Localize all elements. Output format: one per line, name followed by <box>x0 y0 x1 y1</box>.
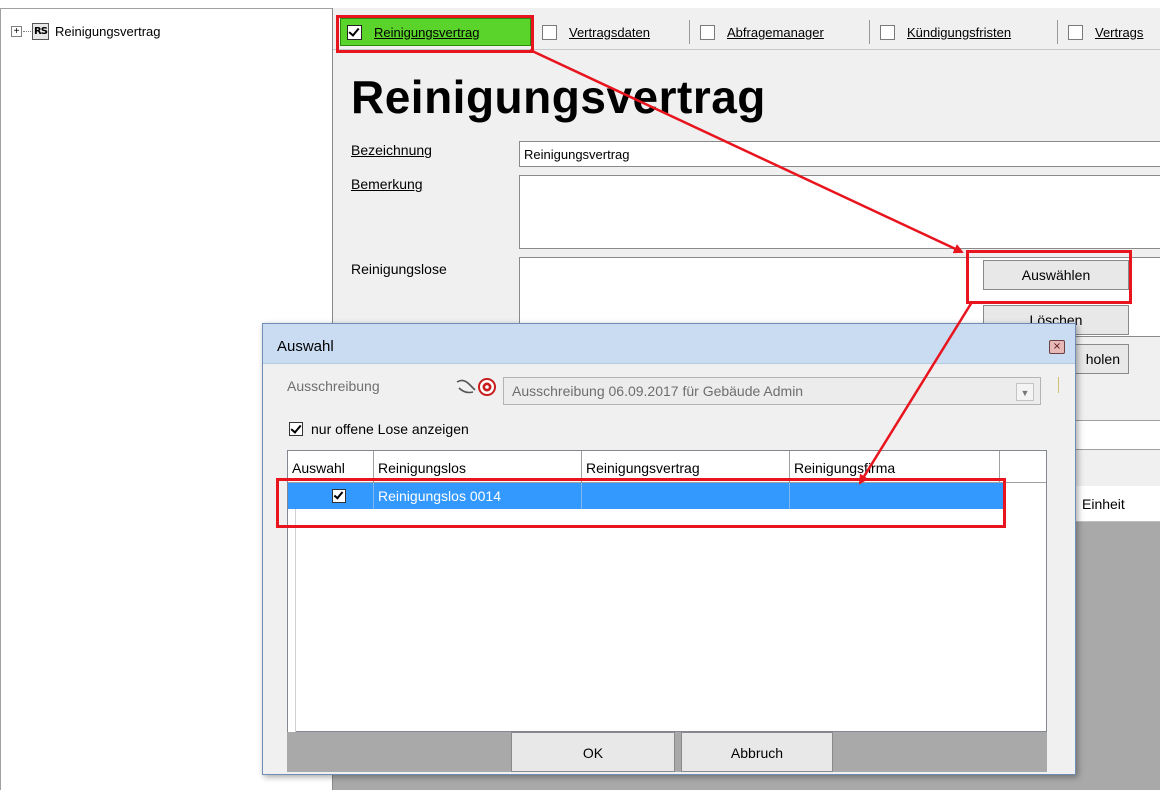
row-checkbox[interactable] <box>332 489 346 503</box>
reinigungslos-cell[interactable]: Reinigungslos 0014 <box>374 483 582 509</box>
reinigungslose-grid[interactable]: Auswahl Reinigungslos Reinigungsvertrag … <box>287 450 1047 733</box>
column-header-einheit[interactable]: Einheit <box>1071 486 1160 522</box>
nur-offene-checkbox[interactable] <box>289 422 303 436</box>
bezeichnung-field[interactable] <box>519 141 1160 167</box>
tab-kuendigungsfristen[interactable]: Kündigungsfristen <box>874 20 1058 44</box>
bezeichnung-label: Bezeichnung <box>351 142 432 158</box>
table-row[interactable]: Reinigungslos 0014 <box>288 483 1004 509</box>
column-header-auswahl[interactable]: Auswahl <box>288 451 374 483</box>
tab-reinigungsvertrag[interactable]: Reinigungsvertrag <box>340 18 531 46</box>
bemerkung-field[interactable] <box>519 175 1160 249</box>
tab-checkbox[interactable] <box>700 24 715 40</box>
bemerkung-label: Bemerkung <box>351 176 423 192</box>
tab-checkbox[interactable] <box>1068 24 1083 40</box>
tree-node-label: Reinigungsvertrag <box>55 24 161 39</box>
tab-label: Abfragemanager <box>727 24 824 40</box>
tab-label: Vertragsdaten <box>569 24 650 40</box>
ausschreibung-dropdown[interactable]: Ausschreibung 06.09.2017 für Gebäude Adm… <box>503 377 1041 405</box>
checkmark-icon <box>333 489 344 500</box>
column-header-reinigungslos[interactable]: Reinigungslos <box>374 451 582 483</box>
nur-offene-option[interactable]: nur offene Lose anzeigen <box>289 421 469 437</box>
abbruch-button[interactable]: Abbruch <box>681 732 833 772</box>
tab-checkbox[interactable] <box>347 24 362 40</box>
chevron-down-icon[interactable]: ▼ <box>1016 383 1034 401</box>
tab-checkbox[interactable] <box>542 24 557 40</box>
checkmark-icon <box>290 422 302 434</box>
divider <box>1058 377 1059 393</box>
tab-checkbox[interactable] <box>880 24 895 40</box>
auswahl-dialog: Auswahl × Ausschreibung Ausschreibung 06… <box>262 323 1076 775</box>
reinigungsvertrag-cell[interactable] <box>582 483 790 509</box>
expand-icon[interactable]: + <box>11 26 22 37</box>
tree-node-reinigungsvertrag[interactable]: + RS Reinigungsvertrag <box>11 23 161 40</box>
dialog-footer: OK Abbruch <box>287 732 1047 772</box>
reinigungsfirma-cell[interactable] <box>790 483 1004 509</box>
tab-label: Kündigungsfristen <box>907 24 1012 40</box>
ausschreibung-value: Ausschreibung 06.09.2017 für Gebäude Adm… <box>512 383 804 399</box>
tab-bar: Reinigungsvertrag Vertragsdaten Abfragem… <box>333 8 1160 50</box>
dialog-title: Auswahl <box>277 338 334 355</box>
reinigungslose-label: Reinigungslose <box>351 261 447 277</box>
contract-icon: RS <box>32 23 49 40</box>
tab-vertrags[interactable]: Vertrags <box>1062 20 1160 44</box>
tree-connector <box>23 31 31 32</box>
tab-label: Reinigungsvertrag <box>374 24 480 40</box>
handshake-target-icon <box>456 378 496 396</box>
column-header-reinigungsvertrag[interactable]: Reinigungsvertrag <box>582 451 790 483</box>
column-header-reinigungsfirma[interactable]: Reinigungsfirma <box>790 451 1000 483</box>
ok-button[interactable]: OK <box>511 732 675 772</box>
auswahl-cell[interactable] <box>288 483 374 509</box>
ausschreibung-label: Ausschreibung <box>287 378 380 394</box>
tab-label: Vertrags <box>1095 24 1144 40</box>
row-selector-column <box>288 483 296 733</box>
nur-offene-label: nur offene Lose anzeigen <box>311 421 469 437</box>
tab-vertragsdaten[interactable]: Vertragsdaten <box>536 20 690 44</box>
auswaehlen-button[interactable]: Auswählen <box>983 260 1129 290</box>
page-title: Reinigungsvertrag <box>351 71 766 123</box>
dialog-titlebar[interactable]: Auswahl × <box>263 324 1075 364</box>
grid-header: Auswahl Reinigungslos Reinigungsvertrag … <box>288 451 1046 483</box>
checkmark-icon <box>348 24 360 37</box>
close-icon[interactable]: × <box>1049 340 1065 354</box>
tab-abfragemanager[interactable]: Abfragemanager <box>694 20 870 44</box>
